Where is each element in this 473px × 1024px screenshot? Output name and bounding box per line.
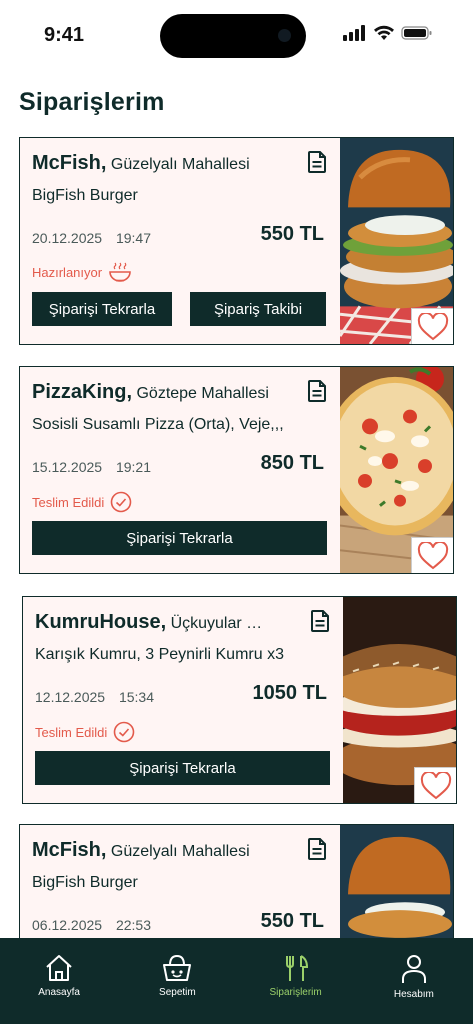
order-time: 19:47: [115, 230, 152, 246]
order-card[interactable]: PizzaKing, Göztepe Mahallesi Sosisli Sus…: [19, 366, 454, 574]
order-price: 850 TL: [260, 452, 324, 474]
battery-icon: [401, 26, 432, 40]
restaurant-line: McFish, Güzelyalı Mahallesi: [32, 839, 272, 862]
page-title: Siparişlerim: [19, 88, 165, 116]
status-bar: 9:41: [0, 0, 473, 70]
reorder-button[interactable]: Şiparişi Tekrarla: [35, 751, 330, 785]
order-time: 15:34: [118, 689, 155, 705]
order-items: BigFish Burger: [32, 874, 138, 891]
order-datetime: 12.12.2025 15:34: [35, 689, 154, 705]
order-status: Teslim Edildi: [35, 721, 135, 743]
nav-item-orders[interactable]: Siparişlerim: [237, 938, 355, 1024]
order-card[interactable]: KumruHouse, Üçkuyular Ma... Karışık Kumr…: [22, 596, 457, 804]
order-status: Hazırlanıyor: [32, 262, 132, 282]
signal-icon: [343, 25, 365, 41]
status-time: 9:41: [44, 24, 85, 46]
order-datetime: 20.12.2025 19:47: [32, 230, 151, 246]
district: Güzelyalı Mahallesi: [110, 156, 250, 173]
nav-label: Sepetim: [159, 987, 196, 998]
restaurant-name: KumruHouse,: [35, 611, 167, 633]
track-order-button[interactable]: Şipariş Takibi: [190, 292, 326, 326]
reorder-button[interactable]: Şiparişi Tekrarla: [32, 292, 172, 326]
check-circle-icon: [110, 491, 132, 513]
order-price: 1050 TL: [252, 682, 327, 704]
order-date: 15.12.2025: [32, 459, 103, 475]
heart-icon: [417, 312, 448, 340]
restaurant-name: McFish,: [32, 152, 107, 174]
district: Üçkuyular Ma...: [170, 615, 275, 632]
favorite-button[interactable]: [414, 767, 456, 803]
order-time: 19:21: [115, 459, 152, 475]
nav-item-home[interactable]: Anasayfa: [0, 938, 118, 1024]
order-price: 550 TL: [260, 910, 324, 932]
order-time: 22:53: [115, 917, 152, 933]
order-date: 20.12.2025: [32, 230, 103, 246]
heart-icon: [420, 771, 451, 799]
receipt-icon[interactable]: [308, 380, 326, 402]
order-items: Sosisli Susamlı Pizza (Orta), Veje,,,: [32, 416, 284, 433]
check-circle-icon: [113, 721, 135, 743]
restaurant-name: PizzaKing,: [32, 381, 133, 403]
food-bowl-icon: [109, 262, 131, 282]
favorite-button[interactable]: [411, 537, 453, 573]
restaurant-line: PizzaKing, Göztepe Mahallesi: [32, 381, 272, 404]
wifi-icon: [374, 25, 394, 40]
order-date: 06.12.2025: [32, 917, 103, 933]
favorite-button[interactable]: [411, 308, 453, 344]
status-text: Teslim Edildi: [35, 724, 108, 740]
dynamic-island: [160, 14, 306, 58]
nav-item-basket[interactable]: Sepetim: [118, 938, 236, 1024]
order-date: 12.12.2025: [35, 689, 106, 705]
basket-icon: [163, 954, 192, 981]
reorder-button[interactable]: Şiparişi Tekrarla: [32, 521, 327, 555]
nav-label: Hesabım: [393, 989, 434, 1000]
home-icon: [46, 955, 72, 981]
district: Güzelyalı Mahallesi: [110, 843, 250, 860]
order-datetime: 06.12.2025 22:53: [32, 917, 151, 933]
nav-label: Siparişlerim: [269, 987, 322, 998]
status-text: Teslim Edildi: [32, 494, 105, 510]
order-datetime: 15.12.2025 19:21: [32, 459, 151, 475]
status-icons: [343, 25, 433, 41]
order-status: Teslim Edildi: [32, 491, 132, 513]
restaurant-line: McFish, Güzelyalı Mahallesi: [32, 152, 272, 175]
order-card[interactable]: McFish, Güzelyalı Mahallesi BigFish Burg…: [19, 137, 454, 345]
receipt-icon[interactable]: [308, 151, 326, 173]
receipt-icon[interactable]: [308, 838, 326, 860]
district: Göztepe Mahallesi: [136, 385, 269, 402]
nav-label: Anasayfa: [38, 987, 80, 998]
status-text: Hazırlanıyor: [32, 264, 103, 280]
bottom-nav: Anasayfa Sepetim Siparişlerim Hesabım: [0, 938, 473, 1024]
receipt-icon[interactable]: [311, 610, 329, 632]
user-icon: [401, 955, 426, 983]
fork-knife-icon: [285, 955, 308, 981]
restaurant-name: McFish,: [32, 839, 107, 861]
heart-icon: [417, 541, 448, 569]
order-items: Karışık Kumru, 3 Peynirli Kumru x3: [35, 646, 284, 663]
restaurant-line: KumruHouse, Üçkuyular Ma...: [35, 611, 275, 634]
order-price: 550 TL: [260, 223, 324, 245]
order-items: BigFish Burger: [32, 187, 138, 204]
nav-item-account[interactable]: Hesabım: [355, 938, 473, 1024]
